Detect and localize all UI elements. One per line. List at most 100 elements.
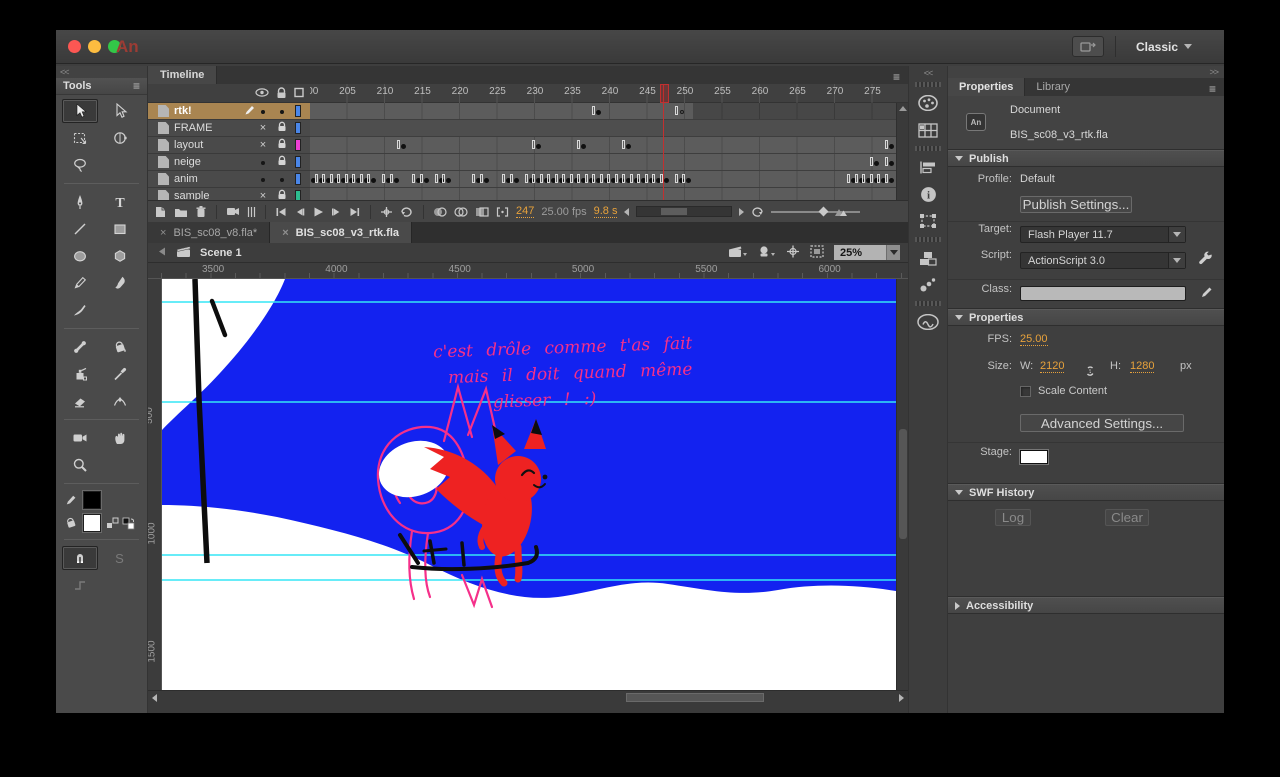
timeline-scroll-right-arrow[interactable] [739,208,744,216]
layer-visibility-toggle[interactable] [255,156,271,168]
layer-frames-row[interactable] [310,188,896,200]
layer-visibility-toggle[interactable]: × [255,139,271,151]
timeline-scroll-left-arrow[interactable] [624,208,629,216]
free-transform-tool-icon[interactable] [62,126,98,150]
dropdown-arrow-icon[interactable] [1168,227,1185,242]
layer-lock-toggle[interactable] [274,189,290,200]
oval-tool-icon[interactable] [62,244,98,268]
tab-library[interactable]: Library [1025,78,1081,96]
layer-frames-row[interactable] [310,103,896,120]
keyframe-filled[interactable] [532,139,541,152]
edit-multiple-frames-button[interactable] [475,206,489,218]
layer-row-sample[interactable]: sample× [148,188,310,200]
target-dropdown[interactable]: Flash Player 11.7 [1020,226,1186,243]
tab-properties[interactable]: Properties [948,78,1025,96]
playhead-marker[interactable] [660,84,669,103]
loop-playback-button[interactable] [400,206,414,218]
elapsed-time-field[interactable]: 9.8 s [594,205,618,218]
swap-colors-icon[interactable] [106,517,119,530]
script-settings-wrench-icon[interactable] [1198,251,1213,269]
show-all-layers-as-outlines-icon[interactable] [294,87,304,101]
publish-section-header[interactable]: Publish [948,150,1224,167]
swf-history-section-header[interactable]: SWF History [948,484,1224,501]
reset-timeline-zoom-button[interactable] [751,206,764,218]
stage-vertical-scrollbar[interactable] [896,279,908,690]
delete-layer-button[interactable] [195,205,207,218]
publish-settings-button[interactable]: Publish Settings... [1020,196,1132,213]
keyframe-filled[interactable] [592,105,601,118]
advanced-settings-button[interactable]: Advanced Settings... [1020,414,1184,432]
go-to-first-frame-button[interactable] [275,206,287,218]
document-tab[interactable]: ×BIS_sc08_v3_rtk.fla [270,222,412,243]
center-stage-button[interactable] [786,245,800,261]
layer-lock-toggle[interactable] [274,138,290,152]
properties-collapse-strip[interactable]: >> [948,66,1224,78]
edit-symbols-button[interactable] [758,245,776,261]
close-tab-icon[interactable]: × [282,227,288,239]
show-hide-all-layers-icon[interactable] [255,87,269,101]
onion-skin-button[interactable] [433,206,447,218]
lock-unlock-all-layers-icon[interactable] [276,87,287,102]
layer-visibility-toggle[interactable]: × [255,190,271,200]
keyframe-filled[interactable] [577,139,586,152]
layer-lock-toggle[interactable] [274,105,290,117]
keyframe-filled[interactable] [367,173,376,186]
swf-clear-button[interactable]: Clear [1105,509,1149,526]
keyframe-filled[interactable] [622,139,631,152]
fill-color-swatch[interactable] [83,514,101,532]
subselection-tool-icon[interactable] [102,99,138,123]
workspace-switcher-icon[interactable] [1072,36,1104,57]
link-width-height-icon[interactable] [1082,364,1098,381]
layer-row-anim[interactable]: anim [148,171,310,188]
scrollbar-thumb[interactable] [626,693,764,702]
keyframe-filled[interactable] [660,173,669,186]
zoom-level-value[interactable]: 25% [834,245,886,260]
height-value[interactable]: 1280 [1130,360,1154,373]
layer-lock-toggle[interactable] [274,155,290,169]
step-back-button[interactable] [294,206,305,218]
swf-log-button[interactable]: Log [995,509,1031,526]
smooth-option-icon[interactable]: S [102,546,138,570]
center-frame-button[interactable] [380,206,393,218]
timeline-panel-menu-icon[interactable]: ≡ [885,70,908,84]
keyframe-filled[interactable] [682,173,691,186]
keyframe-hollow[interactable] [675,105,684,118]
edit-scene-button[interactable] [728,245,748,261]
scenes-panel-icon[interactable] [913,246,943,270]
straighten-option-icon[interactable] [62,573,98,597]
bone-tool-icon[interactable] [62,335,98,359]
layer-row-layout[interactable]: layout× [148,137,310,154]
keyframe-filled[interactable] [885,156,894,169]
camera-tool-icon[interactable] [62,426,98,450]
zoom-tool-icon[interactable] [62,453,98,477]
eyedropper-tool-icon[interactable] [102,362,138,386]
stage-horizontal-scrollbar[interactable] [148,690,908,704]
hand-tool-icon[interactable] [102,426,138,450]
layer-frames-row[interactable] [310,154,896,171]
timeline-tab[interactable]: Timeline [148,66,217,84]
tools-collapse-strip[interactable]: << [56,66,147,78]
layer-frames-row[interactable] [310,171,896,188]
layer-row-neige[interactable]: neige [148,154,310,171]
timeline-zoom-slider[interactable] [771,208,827,215]
show-layer-depth-icon[interactable] [247,206,256,218]
dock-grip[interactable] [915,82,941,87]
layer-row-rtk[interactable]: rtk! [148,103,310,120]
modify-markers-button[interactable] [496,206,509,218]
color-panel-icon[interactable] [913,91,943,115]
timeline-frame-ruler[interactable]: 2002052102152202252302352402452502552602… [310,84,896,103]
layer-lock-toggle[interactable] [274,121,290,135]
lasso-tool-icon[interactable] [62,153,98,177]
timeline-zoom-max-icon[interactable] [834,206,848,217]
current-frame-field[interactable]: 247 [516,205,534,218]
black-and-white-icon[interactable] [122,517,135,530]
stroke-color-swatch[interactable] [83,491,101,509]
scene-name[interactable]: Scene 1 [200,247,242,259]
scroll-right-arrow[interactable] [899,694,904,702]
scale-content-checkbox[interactable] [1020,386,1031,397]
brush-tool-icon[interactable] [102,271,138,295]
brush-library-panel-icon[interactable] [913,273,943,297]
close-tab-icon[interactable]: × [160,227,166,239]
layer-row-FRAME[interactable]: FRAME× [148,120,310,137]
script-dropdown[interactable]: ActionScript 3.0 [1020,252,1186,269]
